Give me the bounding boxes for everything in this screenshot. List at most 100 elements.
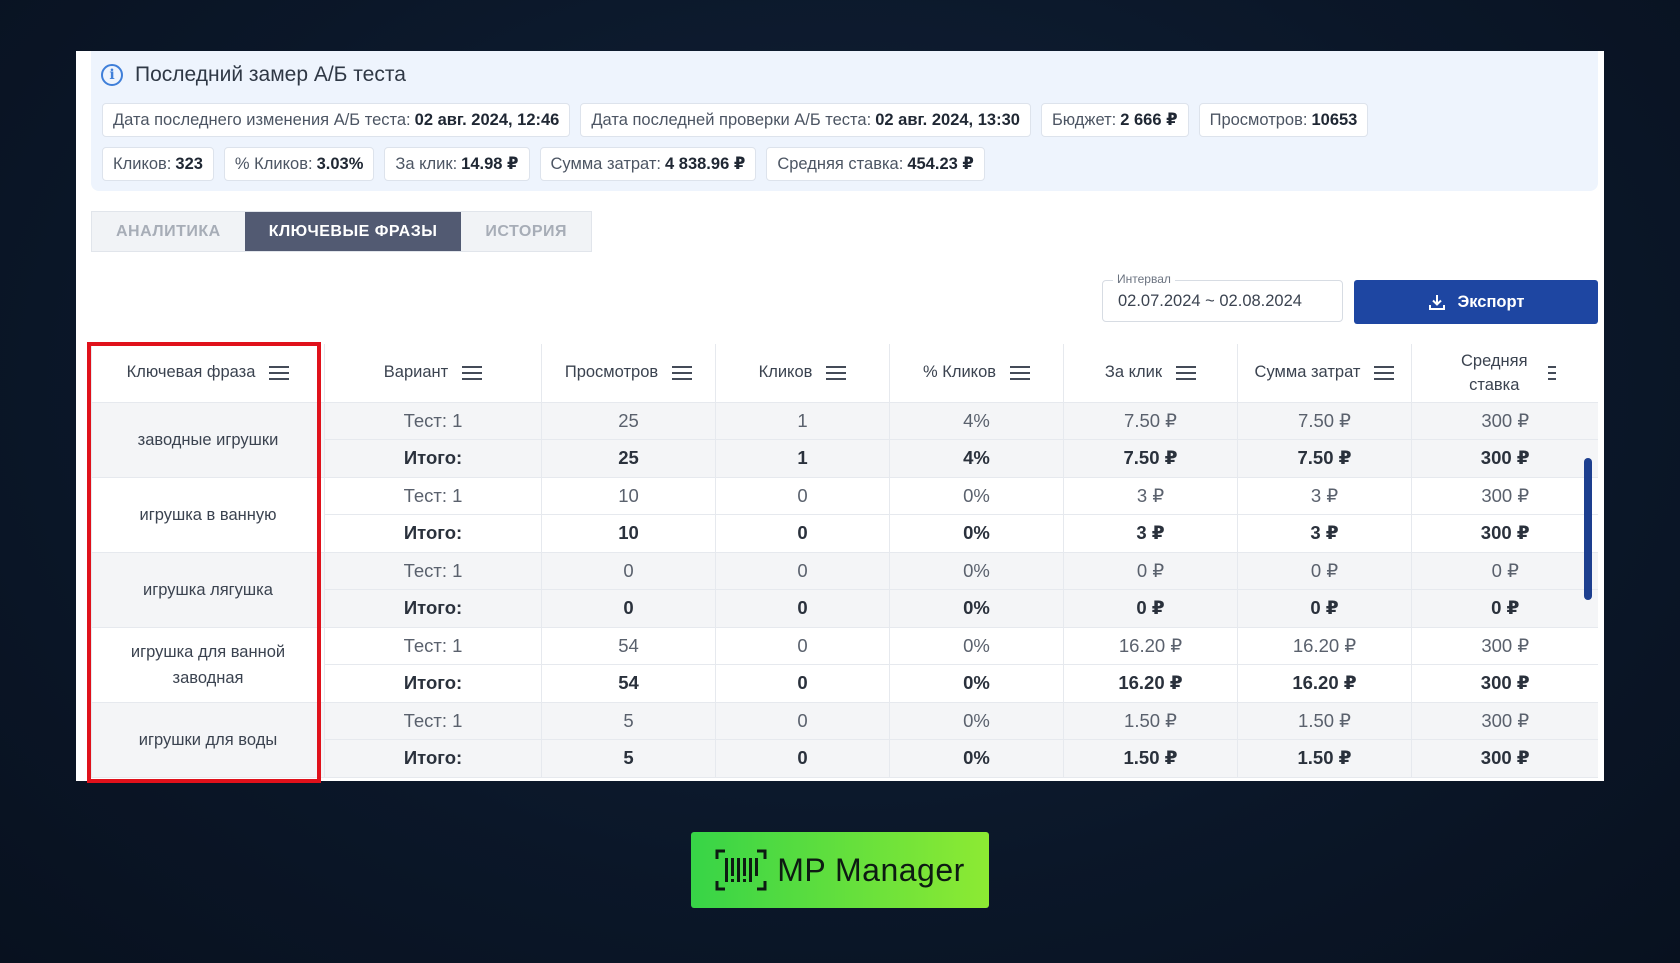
chip-label: Дата последней проверки А/Б теста: — [591, 110, 872, 129]
table-cell: 0 ₽ — [1411, 589, 1598, 628]
table-cell: 0 — [715, 477, 890, 515]
table-cell: 0 ₽ — [1063, 589, 1238, 628]
table-cell: 0% — [889, 514, 1064, 553]
column-header-label: Просмотров — [564, 363, 659, 382]
table-cell: Тест: 1 — [324, 552, 542, 590]
column-menu-icon[interactable] — [1374, 365, 1395, 380]
column-header[interactable]: Просмотров — [541, 344, 716, 403]
chip-label: Средняя ставка: — [777, 154, 904, 173]
table-cell: 0 — [715, 552, 890, 590]
table-cell: 0% — [889, 739, 1064, 778]
table-cell: 0 ₽ — [1411, 552, 1598, 590]
table-cell: 3 ₽ — [1237, 514, 1412, 553]
column-menu-icon[interactable] — [269, 365, 290, 380]
table-cell: 0 — [715, 589, 890, 628]
chip-value: 454.23 ₽ — [907, 155, 974, 173]
table-cell: 0 — [715, 627, 890, 665]
column-header[interactable]: Кликов — [715, 344, 890, 403]
table-cell: 16.20 ₽ — [1237, 664, 1412, 703]
table-cell: 10 — [541, 514, 716, 553]
table-scrollbar[interactable] — [1584, 410, 1592, 781]
column-menu-icon[interactable] — [1548, 365, 1557, 380]
main-panel: i Последний замер А/Б теста Дата последн… — [76, 51, 1604, 781]
scrollbar-thumb[interactable] — [1584, 458, 1592, 600]
table-body: заводные игрушки Тест: 1 25 1 4% 7.50 ₽7.50 ₽… — [91, 402, 1598, 778]
info-icon: i — [101, 64, 123, 86]
table-row: игрушка в ванную Тест: 1 10 0 0% 3 ₽3 ₽300 ₽ — [91, 477, 1598, 553]
summary-chip: Кликов: 323 — [102, 147, 214, 181]
table-cell: 54 — [541, 627, 716, 665]
table-cell: 1 — [715, 402, 890, 440]
table-cell: 4% — [889, 439, 1064, 478]
column-header[interactable]: Сумма затрат — [1237, 344, 1412, 403]
summary-chip: Бюджет: 2 666 ₽ — [1040, 103, 1189, 137]
summary-chip: Дата последней проверки А/Б теста: 02 авг… — [580, 103, 1031, 137]
table-cell: 0% — [889, 589, 1064, 628]
table-cell: 7.50 ₽ — [1237, 439, 1412, 478]
table-cell: Итого: — [324, 664, 542, 703]
table-cell: 3 ₽ — [1237, 477, 1412, 515]
table-cell: 0 — [541, 552, 716, 590]
chip-value: 02 авг. 2024, 13:30 — [875, 110, 1020, 129]
table-cell: 7.50 ₽ — [1063, 439, 1238, 478]
export-button[interactable]: Экспорт — [1354, 280, 1598, 324]
chip-label: Дата последнего изменения А/Б теста: — [113, 110, 411, 129]
interval-value: 02.07.2024 ~ 02.08.2024 — [1118, 292, 1302, 310]
table-cell: 0 ₽ — [1237, 589, 1412, 628]
ab-test-summary: i Последний замер А/Б теста Дата последн… — [91, 51, 1598, 191]
table-cell: Итого: — [324, 739, 542, 778]
chip-value: 3.03% — [316, 154, 364, 173]
table-cell: 0 — [541, 589, 716, 628]
column-header[interactable]: Вариант — [324, 344, 542, 403]
column-header-label: % Кликов — [922, 363, 997, 382]
column-header[interactable]: Ключевая фраза — [91, 344, 325, 403]
column-menu-icon[interactable] — [1010, 365, 1031, 380]
column-menu-icon[interactable] — [462, 365, 483, 380]
table-cell: 0 — [715, 702, 890, 740]
table-cell: Итого: — [324, 439, 542, 478]
column-menu-icon[interactable] — [1176, 365, 1197, 380]
keyword-phrase-cell: игрушки для воды — [91, 702, 325, 778]
download-icon — [1428, 295, 1445, 310]
table-cell: 300 ₽ — [1411, 477, 1598, 515]
export-label: Экспорт — [1457, 292, 1525, 311]
table-cell: 300 ₽ — [1411, 627, 1598, 665]
table-cell: 0 — [715, 739, 890, 778]
table-cell: 300 ₽ — [1411, 402, 1598, 440]
table-cell: 0 ₽ — [1063, 552, 1238, 590]
table-cell: 300 ₽ — [1411, 739, 1598, 778]
column-menu-icon[interactable] — [826, 365, 847, 380]
column-header[interactable]: Средняя ставка — [1411, 344, 1598, 403]
column-header-label: За клик — [1104, 363, 1163, 382]
table-cell: 0% — [889, 664, 1064, 703]
chip-label: Бюджет: — [1051, 110, 1117, 129]
column-menu-icon[interactable] — [672, 365, 693, 380]
chip-label: За клик: — [395, 154, 458, 173]
tab-2[interactable]: ИСТОРИЯ — [461, 212, 591, 251]
table-cell: 300 ₽ — [1411, 664, 1598, 703]
table-cell: Итого: — [324, 514, 542, 553]
interval-field[interactable]: Интервал 02.07.2024 ~ 02.08.2024 — [1102, 272, 1343, 322]
table-cell: 0% — [889, 552, 1064, 590]
summary-title: Последний замер А/Б теста — [135, 63, 406, 86]
column-header[interactable]: % Кликов — [889, 344, 1064, 403]
table-cell: 1.50 ₽ — [1237, 739, 1412, 778]
table-cell: 7.50 ₽ — [1063, 402, 1238, 440]
tab-0[interactable]: АНАЛИТИКА — [92, 212, 245, 251]
chip-label: Сумма затрат: — [550, 154, 662, 173]
chip-label: % Кликов: — [234, 154, 313, 173]
chip-label: Просмотров: — [1209, 110, 1308, 129]
table-cell: Тест: 1 — [324, 477, 542, 515]
table-row: игрушка лягушка Тест: 1 0 0 0% 0 ₽0 ₽0 ₽ — [91, 552, 1598, 628]
logo-text: MP Manager — [777, 851, 965, 888]
table-cell: 1.50 ₽ — [1063, 739, 1238, 778]
summary-chips-row1: Дата последнего изменения А/Б теста: 02 а… — [102, 103, 1369, 137]
column-header[interactable]: За клик — [1063, 344, 1238, 403]
column-header-label: Ключевая фраза — [126, 363, 256, 382]
table-cell: 54 — [541, 664, 716, 703]
summary-chip: Просмотров: 10653 — [1198, 103, 1369, 137]
table-cell: Тест: 1 — [324, 627, 542, 665]
table-cell: 3 ₽ — [1063, 477, 1238, 515]
tab-1[interactable]: КЛЮЧЕВЫЕ ФРАЗЫ — [244, 212, 462, 251]
chip-value: 10653 — [1311, 110, 1358, 129]
